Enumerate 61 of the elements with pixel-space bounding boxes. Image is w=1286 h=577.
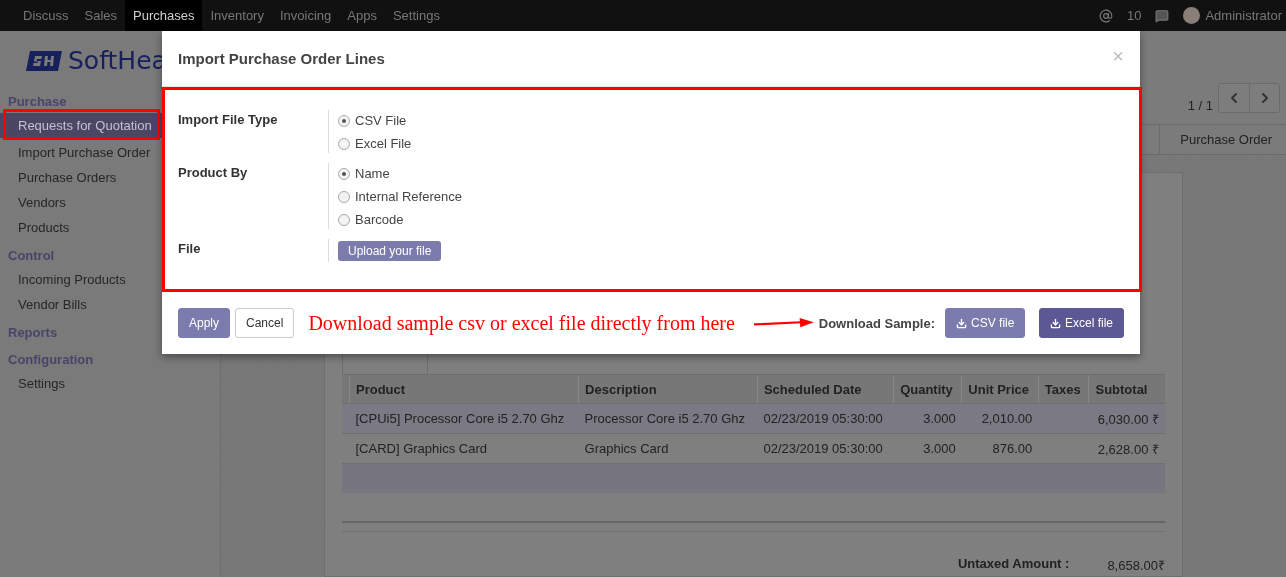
menu-item[interactable]: Discuss: [15, 0, 77, 31]
download-button[interactable]: CSV file: [945, 308, 1026, 338]
table-cell: 2,010.00: [961, 403, 1039, 434]
chat-icon[interactable]: [1155, 8, 1170, 23]
menu-item[interactable]: Settings: [384, 0, 448, 31]
radio-button[interactable]: [338, 137, 350, 150]
radio-option[interactable]: Excel File: [338, 135, 412, 152]
radio-button[interactable]: [338, 167, 350, 180]
column-header[interactable]: Quantity: [893, 375, 962, 404]
status-step[interactable]: Purchase Order: [1159, 125, 1286, 154]
table-cell: Processor Core i5 2.70 Ghz: [578, 403, 758, 434]
menu-item[interactable]: Inventory: [202, 0, 272, 31]
apply-button[interactable]: Apply: [178, 308, 231, 338]
table-cell: [CARD] Graphics Card: [349, 433, 579, 464]
menu-item[interactable]: Sales: [76, 0, 126, 31]
table-cell: 02/23/2019 05:30:00: [757, 403, 894, 434]
table-cell: 3.000: [893, 403, 962, 434]
menu-item[interactable]: Invoicing: [271, 0, 340, 31]
column-header[interactable]: Description: [578, 375, 758, 404]
column-header[interactable]: Unit Price: [961, 375, 1039, 404]
mention-count: 10: [1126, 8, 1142, 23]
radio-option[interactable]: Barcode: [338, 211, 462, 228]
mention-icon[interactable]: [1098, 8, 1113, 23]
logo-icon: [26, 50, 62, 71]
table-cell: [CPUi5] Processor Core i5 2.70 Ghz: [349, 403, 579, 434]
menu-item[interactable]: Apps: [339, 0, 385, 31]
radio-option[interactable]: Name: [338, 165, 462, 182]
radio-button[interactable]: [338, 213, 350, 226]
radio-button[interactable]: [338, 190, 350, 203]
avatar-icon: [1183, 7, 1201, 24]
download-icon: [956, 317, 968, 329]
sample-label: Download Sample:: [818, 315, 936, 331]
total-value: 8,658.00₹: [1107, 556, 1165, 574]
table-cell: 876.00: [961, 433, 1039, 464]
table-cell: 2,628.00 ₹: [1089, 433, 1165, 464]
column-header[interactable]: Scheduled Date: [757, 375, 894, 404]
table-cell: Graphics Card: [578, 433, 758, 464]
column-header[interactable]: Subtotal: [1089, 375, 1165, 404]
next-button[interactable]: [1249, 84, 1279, 112]
annotation-text: Download sample csv or excel file directly from here: [308, 311, 735, 335]
menu-item[interactable]: Purchases: [125, 0, 203, 31]
table-cell: 6,030.00 ₹: [1089, 403, 1165, 434]
pager-value: 1 / 1: [1187, 98, 1213, 113]
table-cell: 3.000: [893, 433, 962, 464]
download-icon: [1049, 317, 1061, 329]
total-label: Untaxed Amount :: [957, 555, 1070, 573]
arrow-icon: [753, 316, 814, 330]
radio-option[interactable]: CSV File: [338, 112, 412, 129]
cancel-button[interactable]: Cancel: [235, 308, 295, 338]
field-label: File: [178, 240, 202, 258]
download-button[interactable]: Excel file: [1038, 308, 1124, 338]
radio-option[interactable]: Internal Reference: [338, 188, 462, 205]
column-header[interactable]: Product: [349, 375, 579, 404]
radio-button[interactable]: [338, 114, 350, 127]
table-cell: 02/23/2019 05:30:00: [757, 433, 894, 464]
sidebar-item[interactable]: Settings: [0, 371, 220, 396]
column-header[interactable]: Taxes: [1038, 375, 1089, 404]
user-menu[interactable]: Administrator: [1183, 7, 1282, 24]
field-label: Product By: [178, 164, 249, 182]
upload-button[interactable]: Upload your file: [338, 241, 442, 261]
dialog-title: Import Purchase Order Lines: [178, 50, 385, 67]
